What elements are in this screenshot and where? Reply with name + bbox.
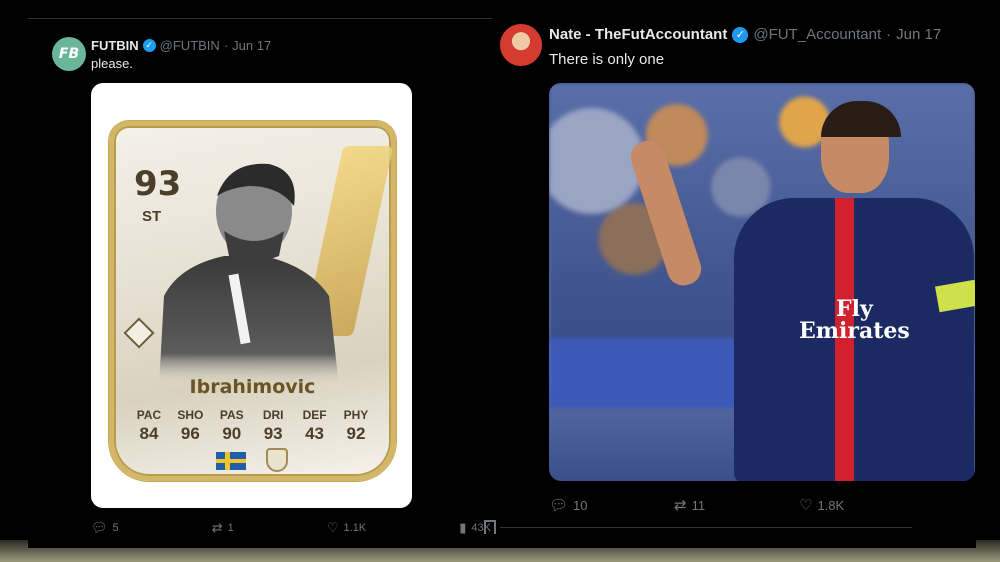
user-avatar[interactable] [500,24,542,66]
verified-badge-icon: ✓ [142,39,156,52]
card-stats: PAC 84 SHO 96 PAS 90 DRI 93 DEF 43 PHY 9… [130,408,375,444]
tweet-actions: 💬︎ 5 ⇄ 1 ♡ 1.1K ▮ 43K [91,520,491,536]
tweet-actions: 💬︎ 10 ⇄ 11 ♡ 1.8K [549,496,959,514]
tweet-media[interactable]: Fly Emirates [549,83,975,481]
repost-button[interactable]: ⇄ 1 [212,520,234,536]
stat-value: 84 [139,424,159,443]
like-button[interactable]: ♡ 1.1K [327,520,366,536]
stat-label: DRI [262,408,284,422]
like-count: 1.1K [343,522,367,534]
tweet-header: Nate - TheFutAccountant ✓ @FUT_Accountan… [549,26,941,43]
stat-label: PAS [219,408,244,422]
heart-icon: ♡ [326,520,339,535]
like-count: 1.8K [817,497,845,513]
stat-sho: SHO 96 [171,408,209,444]
tweet-date[interactable]: Jun 17 [896,26,941,43]
tweet-text: please. [91,56,133,71]
divider [500,527,912,528]
sweden-flag-icon [216,452,246,470]
futbin-avatar[interactable]: FB [52,37,86,71]
repost-icon: ⇄ [211,520,223,535]
stat-label: PHY [343,408,369,422]
stat-label: PAC [136,408,162,422]
reply-count: 5 [112,522,119,534]
stat-value: 92 [346,424,366,443]
reply-button[interactable]: 💬︎ 10 [549,496,674,514]
bookmark-icon[interactable] [484,520,496,534]
reply-icon: 💬︎ [91,520,108,535]
stat-pas: PAS 90 [213,408,251,444]
stat-phy: PHY 92 [337,408,375,444]
stat-value: 90 [222,424,242,443]
reply-button[interactable]: 💬︎ 5 [91,520,119,536]
handle[interactable]: @FUTBIN [160,38,220,53]
repost-button[interactable]: ⇄ 11 [674,496,799,514]
like-button[interactable]: ♡ 1.8K [799,496,924,514]
display-name[interactable]: FUTBIN [91,38,139,53]
separator: · [886,26,892,43]
stat-label: SHO [177,408,204,422]
views-icon: ▮ [459,520,467,535]
stat-label: DEF [302,408,327,422]
stat-dri: DRI 93 [254,408,292,444]
stat-value: 43 [305,424,325,443]
stat-value: 93 [263,424,283,443]
stat-pac: PAC 84 [130,408,168,444]
heart-icon: ♡ [799,497,813,514]
display-name[interactable]: Nate - TheFutAccountant [549,26,727,43]
stat-def: DEF 43 [296,408,334,444]
club-crest-icon [266,448,288,472]
tweet-futaccountant[interactable]: Nate - TheFutAccountant ✓ @FUT_Accountan… [492,14,976,548]
repost-icon: ⇄ [674,497,687,514]
tweet-date[interactable]: Jun 17 [232,38,271,53]
jersey-sponsor: Fly Emirates [799,296,910,344]
reply-count: 10 [573,497,588,513]
verified-badge-icon: ✓ [732,26,749,43]
repost-count: 11 [691,497,706,513]
separator: · [223,38,229,53]
repost-count: 1 [227,522,234,534]
tweet-futbin[interactable]: FB FUTBIN ✓ @FUTBIN · Jun 17 please. 93 … [28,18,500,548]
player-card: 93 ST Ibrahimovic PAC 84 SHO 96 PAS 90 D… [109,121,396,481]
stat-value: 96 [180,424,200,443]
card-position: ST [142,208,162,225]
reply-icon: 💬︎ [549,497,569,514]
tweet-header: FUTBIN ✓ @FUTBIN · Jun 17 [91,38,271,53]
tweet-media[interactable]: 93 ST Ibrahimovic PAC 84 SHO 96 PAS 90 D… [91,83,412,508]
card-player-name: Ibrahimovic [189,376,316,398]
handle[interactable]: @FUT_Accountant [753,26,881,43]
tweet-text: There is only one [549,51,665,68]
card-rating: 93 [134,164,182,204]
